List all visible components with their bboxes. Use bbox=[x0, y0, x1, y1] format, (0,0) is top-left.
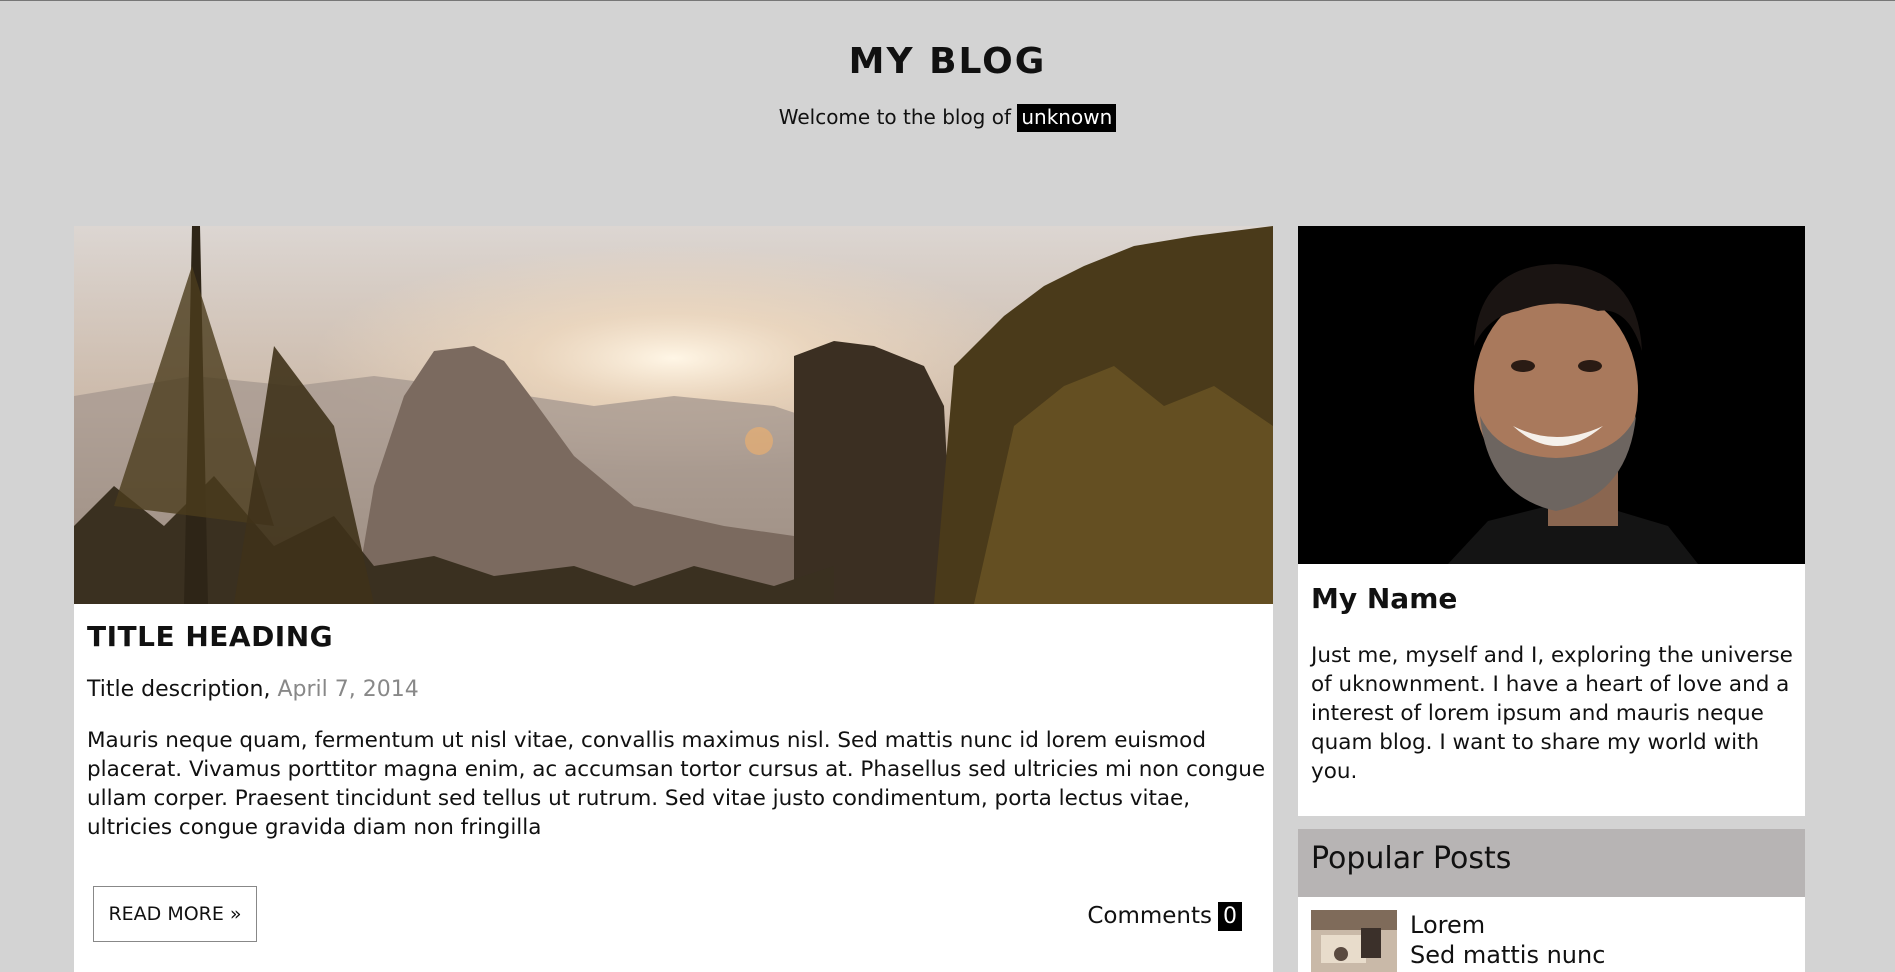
post-footer: READ MORE » Comments 0 bbox=[87, 842, 1260, 942]
post-date: April 7, 2014 bbox=[277, 677, 419, 702]
profile-card: My Name Just me, myself and I, exploring… bbox=[1298, 226, 1805, 816]
blog-title: MY BLOG bbox=[848, 41, 1047, 82]
read-more-button[interactable]: READ MORE » bbox=[93, 886, 257, 942]
owner-badge: unknown bbox=[1017, 104, 1117, 132]
blog-post-card: TITLE HEADING Title description, April 7… bbox=[74, 226, 1273, 972]
comments-link[interactable]: Comments 0 bbox=[1087, 902, 1242, 931]
popular-post-subtitle: Sed mattis nunc bbox=[1410, 941, 1606, 969]
popular-post-thumbnail bbox=[1311, 910, 1397, 972]
popular-post-item[interactable]: Lorem Sed mattis nunc bbox=[1298, 897, 1805, 972]
comments-count-badge: 0 bbox=[1218, 902, 1242, 931]
post-description: Title description, bbox=[87, 677, 271, 702]
post-body: TITLE HEADING Title description, April 7… bbox=[74, 604, 1273, 942]
post-hero-image bbox=[74, 226, 1273, 604]
welcome-line: Welcome to the blog of unknown bbox=[0, 104, 1895, 132]
post-meta: Title description, April 7, 2014 bbox=[87, 677, 1260, 702]
profile-bio: Just me, myself and I, exploring the uni… bbox=[1311, 643, 1793, 784]
comments-label: Comments bbox=[1087, 903, 1212, 929]
welcome-text: Welcome to the blog of bbox=[778, 105, 1012, 129]
popular-post-title: Lorem bbox=[1410, 911, 1486, 939]
popular-posts-heading: Popular Posts bbox=[1298, 829, 1805, 897]
profile-photo bbox=[1298, 226, 1805, 564]
post-title: TITLE HEADING bbox=[87, 620, 334, 653]
popular-post-text: Lorem Sed mattis nunc bbox=[1410, 910, 1605, 972]
site-header: MY BLOG Welcome to the blog of unknown bbox=[0, 1, 1895, 226]
post-excerpt: Mauris neque quam, fermentum ut nisl vit… bbox=[87, 728, 1266, 840]
profile-name: My Name bbox=[1311, 582, 1458, 615]
popular-posts-panel: Popular Posts Lorem Sed mattis nunc bbox=[1298, 829, 1805, 972]
